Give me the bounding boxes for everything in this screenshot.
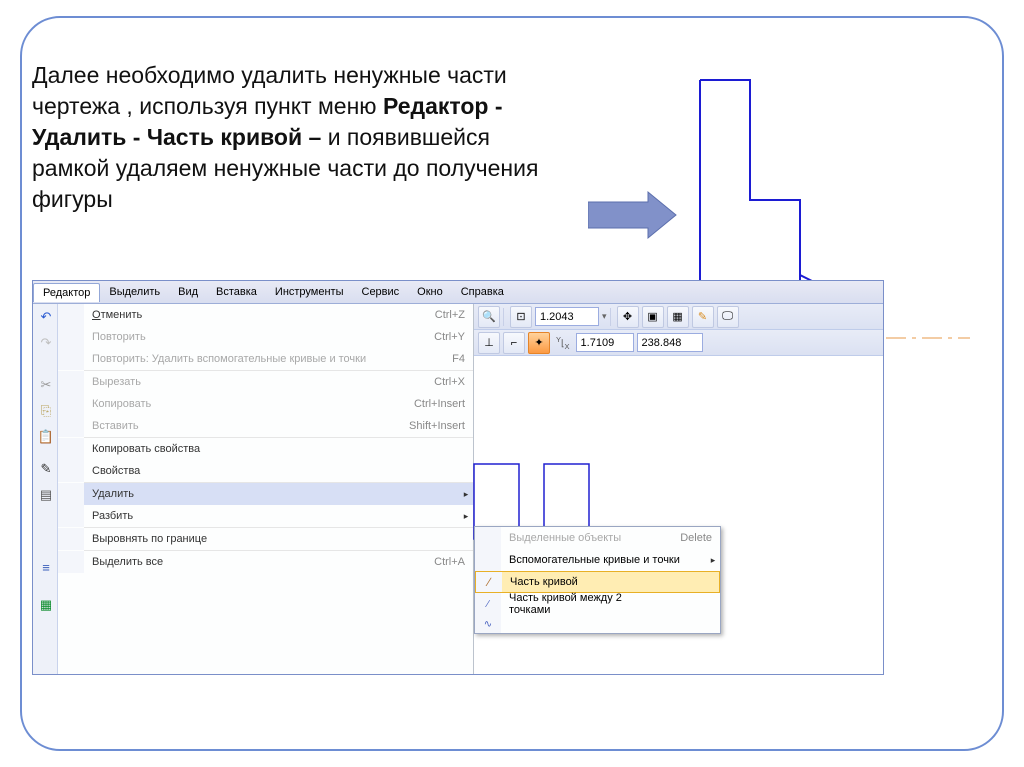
x-coord-input[interactable] (576, 333, 634, 352)
submenu-curve-part-2pts[interactable]: ∕ Часть кривой между 2 точками (475, 593, 720, 615)
menu-redo-last: Повторить: Удалить вспомогательные кривы… (58, 348, 473, 370)
menu-copy-props[interactable]: Копировать свойства (58, 438, 473, 460)
menu-select-all[interactable]: Выделить все Ctrl+A (58, 551, 473, 573)
menu-undo[interactable]: Отменить Ctrl+Z (58, 304, 473, 326)
grid-icon[interactable]: ▦ (667, 306, 689, 328)
instruction-text: Далее необходимо удалить ненужные части … (32, 60, 562, 215)
menu-help[interactable]: Справка (452, 283, 513, 301)
menu-align[interactable]: Выровнять по границе (58, 528, 473, 550)
canvas-area[interactable]: 🔍 ⊡ ▾ ✥ ▣ ▦ ✎ 🖵 ⊥ ⌐ ✦ Y⌊X (474, 304, 883, 674)
zoom-input[interactable] (535, 307, 599, 326)
menu-copy: Копировать Ctrl+Insert (58, 393, 473, 415)
menu-insert[interactable]: Вставка (207, 283, 266, 301)
coord-toolbar: ⊥ ⌐ ✦ Y⌊X (474, 330, 883, 356)
delete-submenu: Выделенные объекты Delete Вспомогательны… (474, 526, 721, 634)
screen-icon[interactable]: 🖵 (717, 306, 739, 328)
perpendicular-icon[interactable]: ⊥ (478, 332, 500, 354)
submenu-more[interactable]: ∿ (475, 615, 720, 633)
menu-bar: Редактор Выделить Вид Вставка Инструмент… (33, 281, 883, 304)
align-icon[interactable]: ≡ (35, 556, 57, 578)
vertical-toolbar: ↶ ↷ ✂ ⎘ 📋 ✎ ▤ ≡ ▦ (33, 304, 58, 674)
arrow-icon (588, 190, 678, 240)
y-coord-input[interactable] (637, 333, 703, 352)
menu-window[interactable]: Окно (408, 283, 452, 301)
submenu-aux[interactable]: Вспомогательные кривые и точки ▸ (475, 549, 720, 571)
editor-menu: Отменить Ctrl+Z Повторить Ctrl+Y Повтори… (58, 304, 474, 674)
paste-icon[interactable]: 📋 (35, 426, 57, 448)
menu-select[interactable]: Выделить (100, 283, 169, 301)
brush-icon[interactable]: ✎ (35, 458, 57, 480)
menu-paste: Вставить Shift+Insert (58, 415, 473, 437)
copy-icon[interactable]: ⎘ (35, 400, 57, 422)
submenu-curve-part[interactable]: ∕ Часть кривой (475, 571, 720, 593)
zoom-in-icon[interactable]: 🔍 (478, 306, 500, 328)
undo-icon[interactable]: ↶ (35, 306, 57, 328)
redo-icon[interactable]: ↷ (35, 332, 57, 354)
x-label: Y⌊X (553, 335, 573, 351)
brush2-icon[interactable]: ✎ (692, 306, 714, 328)
menu-delete[interactable]: Удалить ▸ (58, 483, 473, 505)
zoom-area-icon[interactable]: ⊡ (510, 306, 532, 328)
fit-icon[interactable]: ▣ (642, 306, 664, 328)
view-toolbar: 🔍 ⊡ ▾ ✥ ▣ ▦ ✎ 🖵 (474, 304, 883, 330)
snap-icon[interactable]: ✦ (528, 332, 550, 354)
menu-cut: Вырезать Ctrl+X (58, 371, 473, 393)
properties-icon[interactable]: ▤ (35, 484, 57, 506)
menu-properties[interactable]: Свойства (58, 460, 473, 482)
pan-icon[interactable]: ✥ (617, 306, 639, 328)
menu-editor[interactable]: Редактор (33, 283, 100, 302)
menu-redo: Повторить Ctrl+Y (58, 326, 473, 348)
submenu-selected: Выделенные объекты Delete (475, 527, 720, 549)
app-window: Редактор Выделить Вид Вставка Инструмент… (32, 280, 884, 675)
angle-icon[interactable]: ⌐ (503, 332, 525, 354)
menu-view[interactable]: Вид (169, 283, 207, 301)
menu-split[interactable]: Разбить ▸ (58, 505, 473, 527)
menu-service[interactable]: Сервис (353, 283, 409, 301)
select-all-icon[interactable]: ▦ (35, 594, 57, 616)
cut-icon[interactable]: ✂ (35, 374, 57, 396)
menu-tools[interactable]: Инструменты (266, 283, 353, 301)
